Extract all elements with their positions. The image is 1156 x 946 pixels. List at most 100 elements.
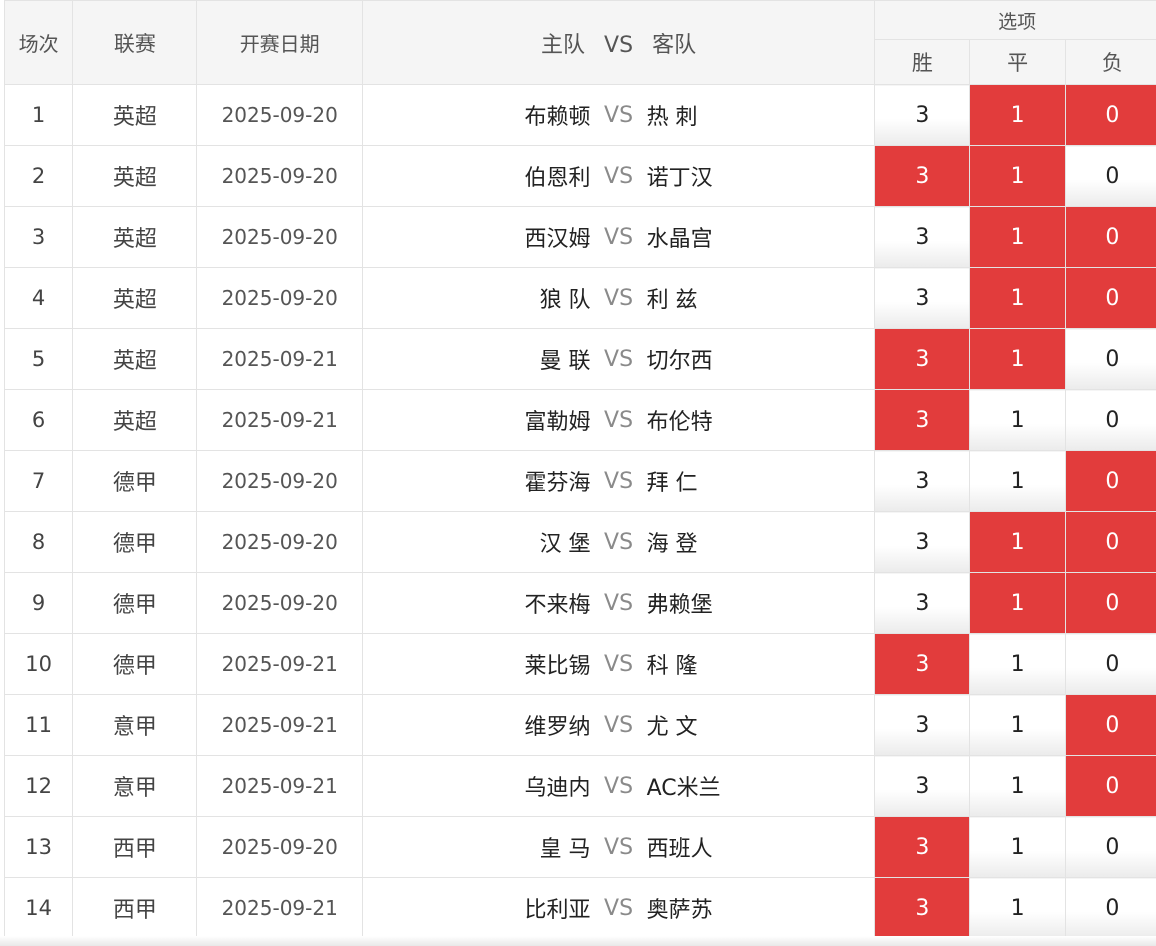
option-draw[interactable]: 1 <box>969 328 1066 390</box>
match-date: 2025-09-21 <box>196 633 363 695</box>
league-name: 英超 <box>72 206 198 268</box>
option-lose[interactable]: 0 <box>1064 755 1156 817</box>
table-row: 4 英超 2025-09-20 狼 队 VS 利 兹 310 <box>3 267 1156 329</box>
league-name: 西甲 <box>72 816 198 878</box>
league-name: 英超 <box>72 328 198 390</box>
league-name: 德甲 <box>72 450 198 512</box>
match-date: 2025-09-20 <box>196 816 363 878</box>
match-teams: 汉 堡 VS 海 登 <box>361 511 876 573</box>
header-win: 胜 <box>874 39 971 85</box>
option-draw[interactable]: 1 <box>969 572 1066 634</box>
away-team: 水晶宫 <box>646 227 713 252</box>
option-draw[interactable]: 1 <box>969 877 1066 939</box>
match-teams: 莱比锡 VS 科 隆 <box>361 633 876 695</box>
option-lose[interactable]: 0 <box>1064 816 1156 878</box>
league-name: 英超 <box>72 84 198 146</box>
option-draw[interactable]: 1 <box>969 450 1066 512</box>
option-draw[interactable]: 1 <box>969 389 1066 451</box>
option-lose[interactable]: 0 <box>1064 328 1156 390</box>
vs-label: VS <box>604 163 634 189</box>
match-date: 2025-09-20 <box>196 511 363 573</box>
match-number: 6 <box>3 389 74 451</box>
match-table: 场次 联赛 开赛日期 主队 VS 客队 选项 胜 平 负 1 英超 2025-09-… <box>3 0 1156 939</box>
option-win[interactable]: 3 <box>874 328 971 390</box>
match-teams: 狼 队 VS 利 兹 <box>361 267 876 329</box>
away-team: 弗赖堡 <box>646 593 713 618</box>
match-number: 5 <box>3 328 74 390</box>
match-number: 1 <box>3 84 74 146</box>
match-date: 2025-09-21 <box>196 694 363 756</box>
option-win[interactable]: 3 <box>874 755 971 817</box>
match-date: 2025-09-20 <box>196 450 363 512</box>
match-number: 12 <box>3 755 74 817</box>
match-number: 8 <box>3 511 74 573</box>
table-header: 场次 联赛 开赛日期 主队 VS 客队 选项 胜 平 负 <box>3 0 1156 85</box>
option-lose[interactable]: 0 <box>1064 84 1156 146</box>
header-date: 开赛日期 <box>196 0 363 85</box>
league-name: 英超 <box>72 145 198 207</box>
home-team: 霍芬海 <box>524 471 591 496</box>
match-date: 2025-09-21 <box>196 328 363 390</box>
match-date: 2025-09-20 <box>196 145 363 207</box>
option-lose[interactable]: 0 <box>1064 267 1156 329</box>
away-team: 奥萨苏 <box>646 898 713 923</box>
table-row: 14 西甲 2025-09-21 比利亚 VS 奥萨苏 3 1 0 <box>3 877 1156 939</box>
option-win[interactable]: 3 <box>874 84 971 146</box>
home-team: 乌迪内 <box>524 776 591 801</box>
option-draw[interactable]: 1 <box>969 755 1066 817</box>
option-draw[interactable]: 1 <box>969 694 1066 756</box>
table-row: 3 英超 2025-09-20 西汉姆 VS 水晶宫 3 1 0 <box>3 206 1156 268</box>
option-win[interactable]: 3 <box>874 633 971 695</box>
option-win[interactable]: 3 <box>874 816 971 878</box>
home-team: 伯恩利 <box>524 166 591 191</box>
option-lose[interactable]: 0 <box>1064 450 1156 512</box>
option-win[interactable]: 3 <box>874 450 971 512</box>
vs-label: VS <box>604 834 634 860</box>
vs-label: VS <box>604 346 634 372</box>
match-number: 9 <box>3 572 74 634</box>
option-lose[interactable]: 0 <box>1064 206 1156 268</box>
option-win[interactable]: 3 <box>874 572 971 634</box>
match-teams: 维罗纳 VS 尤 文 <box>361 694 876 756</box>
header-home: 主队 <box>541 32 586 58</box>
home-team: 曼 联 <box>539 349 591 374</box>
option-lose[interactable]: 0 <box>1064 145 1156 207</box>
away-team: 科 隆 <box>646 654 698 679</box>
match-teams: 曼 联 VS 切尔西 <box>361 328 876 390</box>
header-vs: VS <box>604 32 634 58</box>
option-win[interactable]: 3 <box>874 694 971 756</box>
option-draw[interactable]: 1 <box>969 511 1066 573</box>
bottom-shadow <box>0 936 1156 946</box>
vs-label: VS <box>604 895 634 921</box>
option-win[interactable]: 3 <box>874 877 971 939</box>
vs-label: VS <box>604 468 634 494</box>
table-row: 10 德甲 2025-09-21 莱比锡 VS 科 隆310 <box>3 633 1156 695</box>
option-draw[interactable]: 1 <box>969 145 1066 207</box>
option-draw[interactable]: 1 <box>969 816 1066 878</box>
option-win[interactable]: 3 <box>874 511 971 573</box>
option-win[interactable]: 3 <box>874 389 971 451</box>
option-draw[interactable]: 1 <box>969 206 1066 268</box>
option-draw[interactable]: 1 <box>969 267 1066 329</box>
option-lose[interactable]: 0 <box>1064 633 1156 695</box>
away-team: 热 刺 <box>646 105 698 130</box>
match-date: 2025-09-20 <box>196 267 363 329</box>
match-teams: 布赖顿 VS 热 刺 <box>361 84 876 146</box>
option-draw[interactable]: 1 <box>969 84 1066 146</box>
option-win[interactable]: 3 <box>874 145 971 207</box>
league-name: 意甲 <box>72 755 198 817</box>
option-lose[interactable]: 0 <box>1064 389 1156 451</box>
away-team: 利 兹 <box>646 288 698 313</box>
match-teams: 比利亚 VS 奥萨苏 <box>361 877 876 939</box>
away-team: 拜 仁 <box>646 471 698 496</box>
option-draw[interactable]: 1 <box>969 633 1066 695</box>
option-win[interactable]: 3 <box>874 206 971 268</box>
match-number: 14 <box>3 877 74 939</box>
option-lose[interactable]: 0 <box>1064 572 1156 634</box>
option-win[interactable]: 3 <box>874 267 971 329</box>
option-lose[interactable]: 0 <box>1064 511 1156 573</box>
match-teams: 不来梅 VS 弗赖堡 <box>361 572 876 634</box>
option-lose[interactable]: 0 <box>1064 694 1156 756</box>
league-name: 英超 <box>72 389 198 451</box>
option-lose[interactable]: 0 <box>1064 877 1156 939</box>
